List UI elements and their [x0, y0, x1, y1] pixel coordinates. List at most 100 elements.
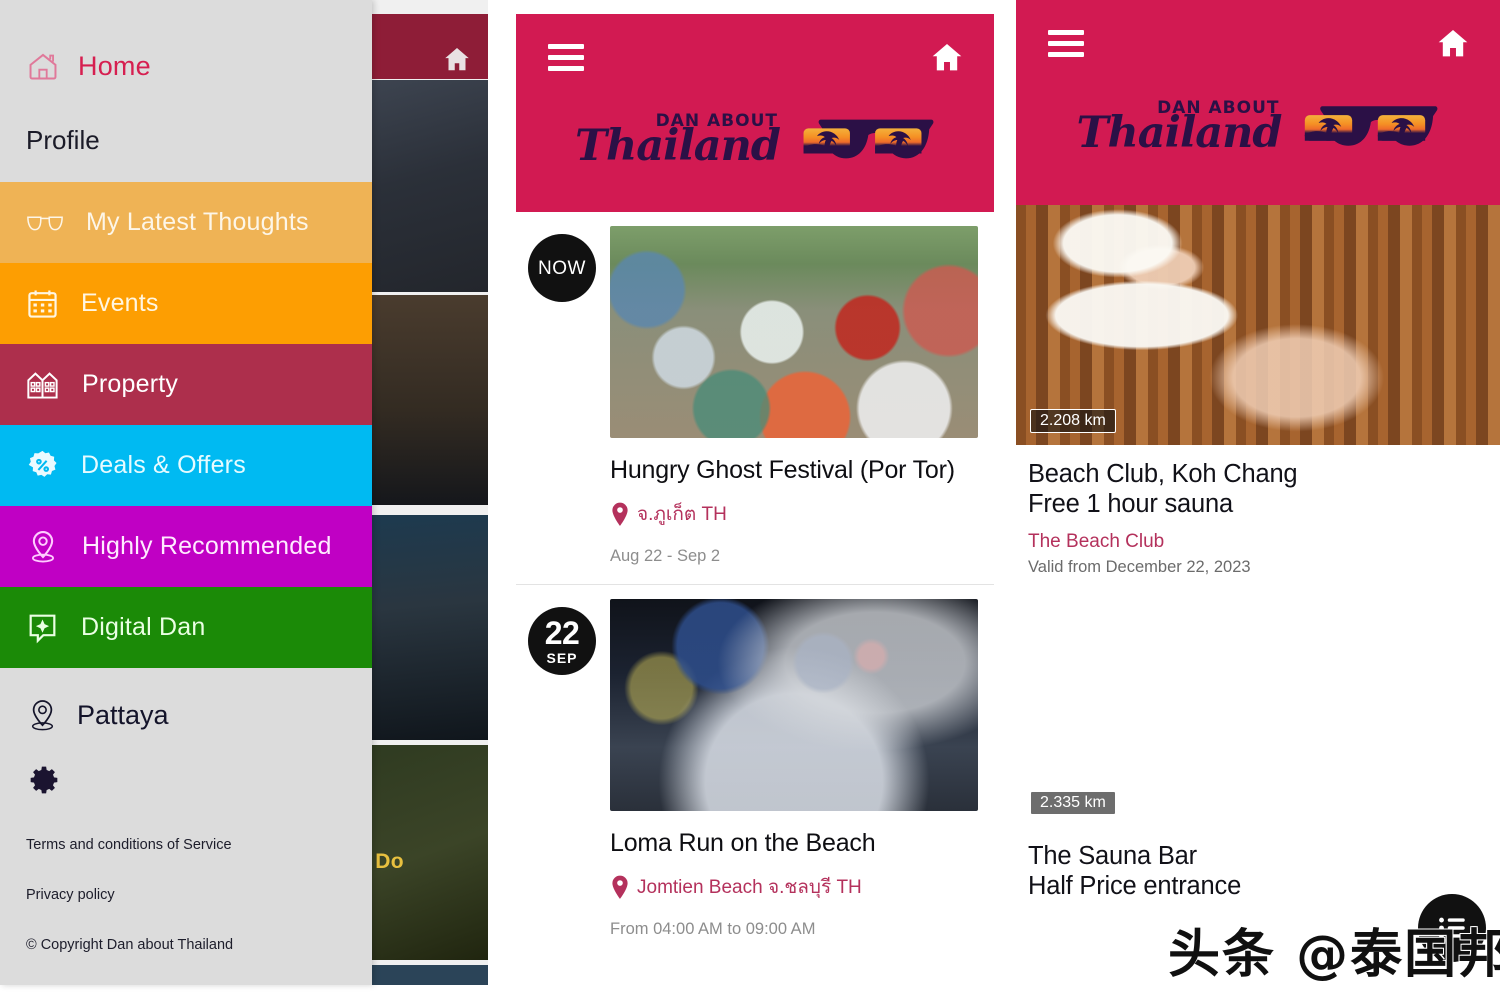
event-time-range: From 04:00 AM to 09:00 AM [610, 920, 816, 938]
sidebar-item-highly-recommended[interactable]: Highly Recommended [0, 506, 372, 587]
event-location-text: จ.ภูเก็ต TH [637, 504, 727, 525]
event-location: จ.ภูเก็ต TH [610, 499, 976, 529]
deals-screenshot-pane: DAN ABOUT Thailand 2.208 km Beach Club, … [1016, 0, 1500, 1000]
map-pin-icon [31, 699, 54, 730]
background-card[interactable] [372, 515, 488, 740]
brand-logo: DAN ABOUT Thailand [1016, 94, 1500, 158]
screenshot-collage: o Do Home Profile [0, 0, 1500, 1000]
sidebar-item-events[interactable]: Events [0, 263, 372, 344]
event-location-text: Jomtien Beach จ.ชลบุรี TH [637, 877, 862, 898]
badge-day: 22 [544, 615, 580, 651]
sunglasses-logo-icon [793, 119, 934, 159]
deal-merchant[interactable]: The Beach Club [1028, 531, 1500, 553]
brand-logo-main-text: Thailand [1076, 107, 1283, 158]
sidebar-item-property[interactable]: Property [0, 344, 372, 425]
map-pin-icon [31, 530, 55, 562]
distance-badge: 2.335 km [1030, 791, 1116, 816]
drawer-legal-links: Terms and conditions of Service Privacy … [0, 801, 372, 903]
brand-logo-text: DAN ABOUT Thailand [575, 111, 781, 171]
map-pin-icon [612, 502, 628, 526]
app-header: DAN ABOUT Thailand [1016, 0, 1500, 205]
deal-image[interactable]: 2.208 km [1016, 205, 1500, 445]
privacy-link[interactable]: Privacy policy [26, 887, 372, 903]
sidebar-item-deals-and-offers[interactable]: Deals & Offers [0, 425, 372, 506]
distance-badge: 2.208 km [1030, 409, 1116, 433]
drawer-footer: Pattaya Terms and conditions of Service … [0, 668, 372, 985]
deal-body: The Sauna Bar Half Price entrance [1016, 827, 1500, 911]
drawer-screenshot-pane: o Do Home Profile [0, 0, 488, 1000]
event-title: Loma Run on the Beach [610, 829, 876, 857]
events-screenshot-pane: DAN ABOUT Thailand NOW Hungry Ghost Fest… [516, 14, 994, 986]
watermark-text: 头条 @泰国邦 [1168, 925, 1500, 985]
navigation-drawer: Home Profile My Latest Thoughts Events P… [0, 0, 372, 985]
deal-image[interactable]: 2.335 km [1016, 587, 1500, 827]
event-image[interactable] [610, 599, 978, 811]
terms-link[interactable]: Terms and conditions of Service [26, 837, 372, 853]
app-header: DAN ABOUT Thailand [516, 14, 994, 212]
deal-list-item[interactable]: 2.208 km Beach Club, Koh Chang Free 1 ho… [1016, 205, 1500, 587]
home-outline-icon [29, 53, 57, 80]
badge-now-label: NOW [538, 257, 586, 279]
badge-month: SEP [546, 650, 578, 666]
background-card[interactable]: o Do [372, 745, 488, 960]
home-icon[interactable] [928, 40, 966, 74]
sidebar-item-label: Home [78, 50, 151, 81]
event-list-item[interactable]: 22 SEP Loma Run on the Beach Jomtien Bea… [516, 584, 994, 957]
background-card-label: o Do [372, 850, 404, 873]
home-icon[interactable] [1434, 26, 1472, 60]
gear-icon [30, 766, 58, 794]
sidebar-item-label: Highly Recommended [82, 532, 332, 560]
deal-title: Beach Club, Koh Chang Free 1 hour sauna [1028, 459, 1500, 519]
sidebar-item-label: Digital Dan [81, 613, 206, 641]
background-card[interactable] [372, 80, 488, 292]
sparkle-chat-icon [29, 614, 56, 644]
event-date-badge: 22 SEP [528, 607, 596, 675]
buildings-icon [27, 371, 58, 399]
brand-logo-main-text: Thailand [575, 120, 781, 171]
sidebar-item-digital-dan[interactable]: Digital Dan [0, 587, 372, 668]
background-header-bar [372, 14, 488, 79]
hamburger-menu-icon[interactable] [1048, 30, 1084, 57]
sidebar-item-pattaya[interactable]: Pattaya [0, 678, 372, 752]
background-app-page: o Do [372, 0, 488, 985]
events-list: NOW Hungry Ghost Festival (Por Tor) จ.ภู… [516, 212, 994, 957]
event-image[interactable] [610, 226, 978, 438]
hamburger-menu-icon[interactable] [548, 44, 584, 71]
sidebar-item-home[interactable]: Home [0, 34, 372, 98]
sidebar-item-label: Profile [26, 124, 100, 155]
sidebar-item-label: Events [81, 289, 159, 317]
deal-title-line1: Beach Club, Koh Chang [1028, 460, 1298, 488]
glasses-icon [27, 216, 63, 230]
background-card[interactable] [372, 295, 488, 505]
copyright-text: © Copyright Dan about Thailand [26, 937, 234, 953]
brand-logo-text: DAN ABOUT Thailand [1076, 98, 1283, 158]
home-icon[interactable] [440, 44, 474, 74]
brand-logo: DAN ABOUT Thailand [516, 108, 994, 170]
deal-title: The Sauna Bar Half Price entrance [1028, 841, 1500, 901]
event-date-badge: NOW [528, 234, 596, 302]
sidebar-item-label: Property [82, 370, 179, 398]
deal-title-line2: Half Price entrance [1028, 872, 1242, 901]
sidebar-item-label: Deals & Offers [81, 451, 246, 479]
sidebar-item-profile[interactable]: Profile [0, 98, 372, 182]
calendar-icon [28, 290, 57, 318]
percent-badge-icon [28, 450, 57, 477]
deal-list-item[interactable]: 2.335 km The Sauna Bar Half Price entran… [1016, 587, 1500, 911]
settings-button[interactable] [0, 752, 372, 801]
event-date-range: Aug 22 - Sep 2 [610, 547, 721, 565]
sidebar-item-label: My Latest Thoughts [86, 208, 309, 236]
event-location: Jomtien Beach จ.ชลบุรี TH [610, 872, 976, 902]
sunglasses-logo-icon [1295, 106, 1438, 146]
map-pin-icon [612, 875, 628, 899]
deal-title-line1: The Sauna Bar [1028, 842, 1197, 871]
sidebar-item-label: Pattaya [77, 699, 169, 730]
drawer-top-section: Home Profile [0, 0, 372, 182]
event-title: Hungry Ghost Festival (Por Tor) [610, 456, 955, 484]
event-list-item[interactable]: NOW Hungry Ghost Festival (Por Tor) จ.ภู… [516, 212, 994, 584]
deal-body: Beach Club, Koh Chang Free 1 hour sauna … [1016, 445, 1500, 587]
background-card[interactable] [372, 965, 488, 985]
deal-validity: Valid from December 22, 2023 [1028, 558, 1251, 577]
sidebar-item-my-latest-thoughts[interactable]: My Latest Thoughts [0, 182, 372, 263]
deals-list: 2.208 km Beach Club, Koh Chang Free 1 ho… [1016, 205, 1500, 911]
deal-title-line2: Free 1 hour sauna [1028, 490, 1233, 519]
